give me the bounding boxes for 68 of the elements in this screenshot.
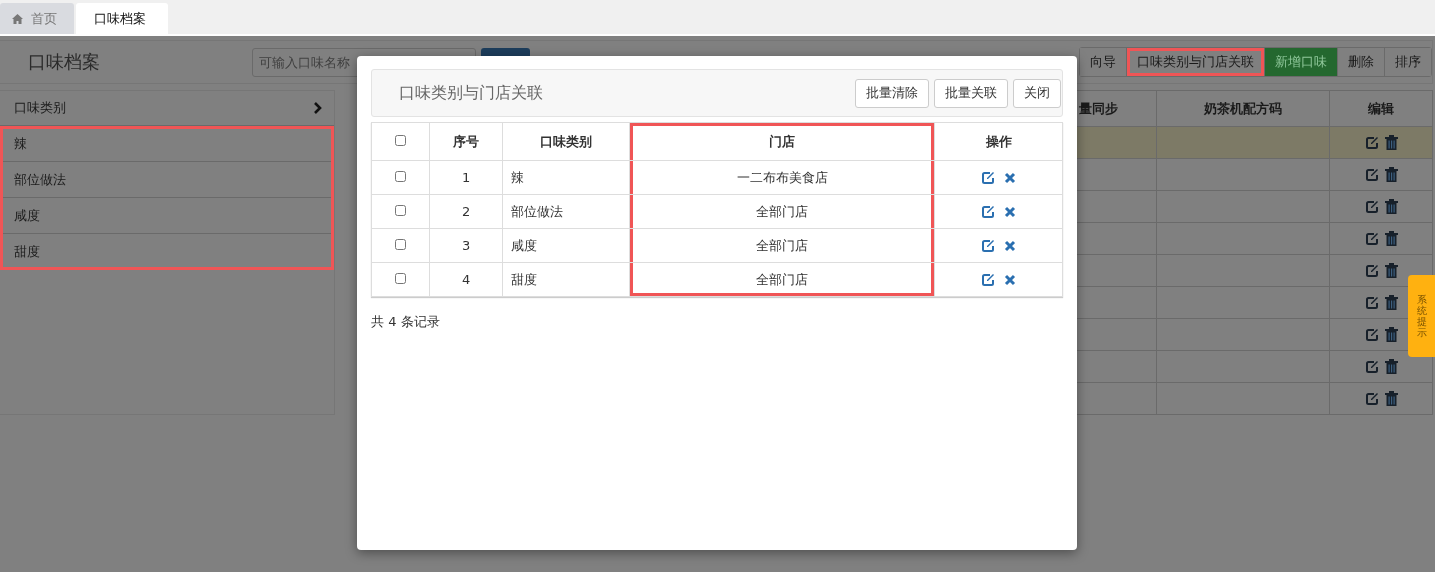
trash-icon[interactable] <box>1384 167 1398 182</box>
column-header: 序号 <box>429 122 503 161</box>
table-cell: 1 <box>429 160 503 195</box>
dialog-button[interactable]: 关闭 <box>1013 78 1061 108</box>
edit-icon[interactable] <box>981 272 996 287</box>
trash-icon[interactable] <box>1384 391 1398 406</box>
edit-icon[interactable] <box>1364 359 1379 374</box>
edit-icon[interactable] <box>981 170 996 185</box>
edit-icon[interactable] <box>1364 199 1379 214</box>
delete-icon[interactable] <box>1004 273 1017 286</box>
delete-icon[interactable] <box>1004 239 1017 252</box>
trash-icon[interactable] <box>1384 263 1398 278</box>
edit-icon[interactable] <box>1364 231 1379 246</box>
home-icon <box>12 13 23 24</box>
toolbar-button[interactable]: 新增口味 <box>1265 48 1338 76</box>
table-cell: 4 <box>429 262 503 297</box>
column-header: 门店 <box>629 122 935 161</box>
edit-icon[interactable] <box>1364 263 1379 278</box>
trash-icon[interactable] <box>1384 327 1398 342</box>
dialog-title: 口味类别与门店关联 <box>399 82 543 104</box>
edit-icon[interactable] <box>1364 135 1379 150</box>
table-cell: 全部门店 <box>629 228 935 263</box>
table-cell: 3 <box>429 228 503 263</box>
edit-icon[interactable] <box>1364 167 1379 182</box>
table-cell: 一二布布美食店 <box>629 160 935 195</box>
delete-icon[interactable] <box>1004 171 1017 184</box>
category-item[interactable]: 辣 <box>0 126 334 162</box>
table-cell: 甜度 <box>502 262 630 297</box>
edit-icon[interactable] <box>981 238 996 253</box>
table-cell: 部位做法 <box>502 194 630 229</box>
category-item[interactable]: 部位做法 <box>0 162 334 198</box>
delete-icon[interactable] <box>1004 205 1017 218</box>
checkbox[interactable] <box>394 135 406 146</box>
chevron-right-icon <box>314 102 322 114</box>
column-header: 口味类别 <box>502 122 630 161</box>
table-cell: 全部门店 <box>629 262 935 297</box>
category-item[interactable]: 甜度 <box>0 234 334 270</box>
checkbox[interactable] <box>394 205 406 216</box>
column-header: 操作 <box>934 122 1063 161</box>
trash-icon[interactable] <box>1384 231 1398 246</box>
edit-icon[interactable] <box>981 204 996 219</box>
edit-icon[interactable] <box>1364 295 1379 310</box>
trash-icon[interactable] <box>1384 295 1398 310</box>
notice-tab[interactable]: 系统提示 <box>1408 275 1435 357</box>
dialog-button[interactable]: 批量关联 <box>934 78 1008 108</box>
column-header: 奶茶机配方码 <box>1156 90 1330 127</box>
trash-icon[interactable] <box>1384 199 1398 214</box>
trash-icon[interactable] <box>1384 135 1398 150</box>
table-cell: 全部门店 <box>629 194 935 229</box>
tab[interactable]: 首页 <box>0 3 74 34</box>
edit-icon[interactable] <box>1364 327 1379 342</box>
record-count: 共 4 条记录 <box>371 313 441 331</box>
toolbar-button[interactable]: 向导 <box>1080 48 1127 76</box>
category-item[interactable]: 咸度 <box>0 198 334 234</box>
toolbar-button[interactable]: 口味类别与门店关联 <box>1127 48 1265 76</box>
checkbox[interactable] <box>394 239 406 250</box>
panel-header[interactable]: 口味类别 <box>0 91 334 126</box>
table-cell: 辣 <box>502 160 630 195</box>
edit-icon[interactable] <box>1364 391 1379 406</box>
dialog-button[interactable]: 批量清除 <box>855 78 929 108</box>
table-cell: 咸度 <box>502 228 630 263</box>
trash-icon[interactable] <box>1384 359 1398 374</box>
column-header: 编辑 <box>1329 90 1433 127</box>
checkbox[interactable] <box>394 273 406 284</box>
checkbox[interactable] <box>394 171 406 182</box>
page-title: 口味档案 <box>28 50 101 74</box>
table-cell: 2 <box>429 194 503 229</box>
tab[interactable]: 口味档案 <box>76 3 168 34</box>
